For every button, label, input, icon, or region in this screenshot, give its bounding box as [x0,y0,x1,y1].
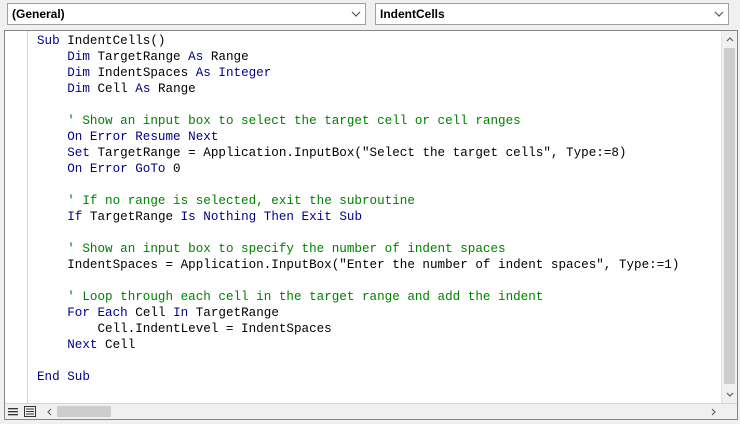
code-line[interactable]: Next Cell [37,337,721,353]
code-keyword: Sub [37,34,68,48]
chevron-left-icon[interactable] [41,404,57,419]
code-text: TargetRange [195,306,279,320]
code-text: Cell.IndentLevel = IndentSpaces [37,322,332,336]
code-keyword: If [67,210,90,224]
vertical-scrollbar[interactable] [721,31,737,403]
code-text: Range [210,50,249,64]
code-line[interactable]: If TargetRange Is Nothing Then Exit Sub [37,209,721,225]
procedure-dropdown-value: IndentCells [380,7,445,21]
horizontal-scroll-thumb[interactable] [57,406,111,417]
code-keyword: As [188,50,211,64]
code-line[interactable] [37,97,721,113]
chevron-down-icon[interactable] [347,4,365,24]
code-text: IndentSpaces [97,66,196,80]
code-line[interactable]: Dim IndentSpaces As Integer [37,65,721,81]
code-line[interactable]: ' If no range is selected, exit the subr… [37,193,721,209]
full-module-view-icon[interactable] [22,404,38,419]
code-line[interactable]: ' Show an input box to select the target… [37,113,721,129]
code-line[interactable]: Cell.IndentLevel = IndentSpaces [37,321,721,337]
code-keyword: For Each [67,306,136,320]
chevron-right-icon[interactable] [705,404,721,419]
code-line[interactable]: On Error Resume Next [37,129,721,145]
code-text: IndentSpaces = Application.InputBox("Ent… [37,258,680,272]
code-editor: Sub IndentCells() Dim TargetRange As Ran… [4,30,738,420]
code-text: 0 [173,162,181,176]
code-text: TargetRange [97,50,189,64]
code-keyword: As Integer [195,66,272,80]
code-line[interactable]: End Sub [37,369,721,385]
code-keyword: Dim [67,82,98,96]
code-text-area[interactable]: Sub IndentCells() Dim TargetRange As Ran… [37,33,721,403]
code-text: Range [157,82,196,96]
code-comment: ' If no range is selected, exit the subr… [67,194,415,208]
margin-indicator-bar[interactable] [5,31,28,403]
code-line[interactable]: For Each Cell In TargetRange [37,305,721,321]
code-line[interactable] [37,177,721,193]
code-line[interactable]: IndentSpaces = Application.InputBox("Ent… [37,257,721,273]
chevron-down-icon[interactable] [722,386,738,402]
code-line[interactable] [37,353,721,369]
code-text: TargetRange [89,210,181,224]
code-keyword: End Sub [37,370,90,384]
code-comment: ' Show an input box to specify the numbe… [67,242,506,256]
object-dropdown[interactable]: (General) [7,3,366,25]
code-line[interactable]: ' Show an input box to specify the numbe… [37,241,721,257]
code-keyword: Set [67,146,98,160]
chevron-down-icon[interactable] [710,4,728,24]
code-text: TargetRange = Application.InputBox("Sele… [97,146,627,160]
code-line[interactable]: Set TargetRange = Application.InputBox("… [37,145,721,161]
code-line[interactable]: Sub IndentCells() [37,33,721,49]
code-text: Cell [135,306,174,320]
code-comment: ' Show an input box to select the target… [67,114,521,128]
object-dropdown-value: (General) [12,7,65,21]
chevron-up-icon[interactable] [722,31,738,47]
procedure-dropdown[interactable]: IndentCells [375,3,729,25]
code-comment: ' Loop through each cell in the target r… [67,290,544,304]
code-line[interactable] [37,225,721,241]
code-keyword: On Error Resume Next [67,130,219,144]
code-line[interactable]: On Error GoTo 0 [37,161,721,177]
horizontal-scrollbar[interactable] [5,403,737,419]
code-keyword: On Error GoTo [67,162,174,176]
code-keyword: Next [67,338,106,352]
code-line[interactable] [37,273,721,289]
code-keyword: Is Nothing Then Exit Sub [180,210,363,224]
code-line[interactable]: Dim Cell As Range [37,81,721,97]
code-keyword: Dim [67,66,98,80]
code-window-toolbar: (General) IndentCells [0,0,740,30]
code-line[interactable]: ' Loop through each cell in the target r… [37,289,721,305]
code-text: Cell [97,82,136,96]
code-keyword: As [135,82,158,96]
code-text: Cell [105,338,136,352]
code-line[interactable]: Dim TargetRange As Range [37,49,721,65]
code-text: IndentCells() [67,34,166,48]
code-keyword: In [173,306,196,320]
code-keyword: Dim [67,50,98,64]
vertical-scroll-thumb[interactable] [724,48,735,384]
procedure-view-icon[interactable] [5,404,21,419]
